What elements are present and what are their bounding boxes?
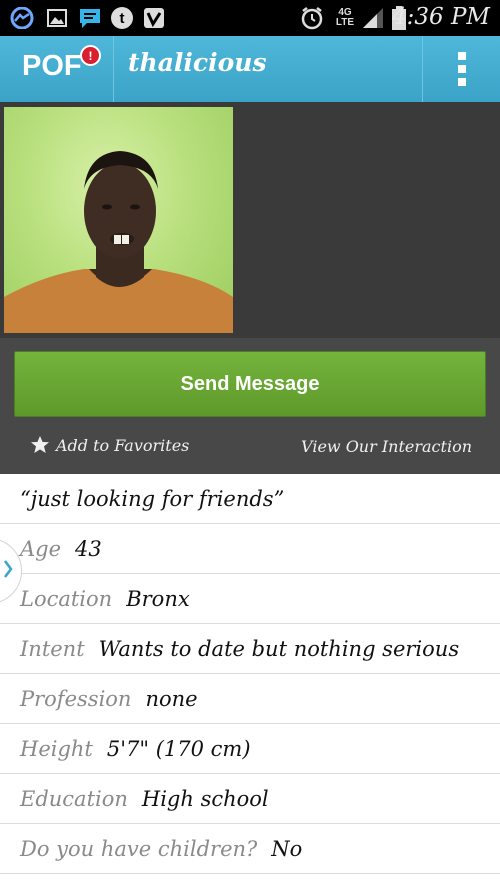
detail-label: Do you have children?: [20, 836, 258, 861]
messenger-icon: [8, 6, 36, 30]
detail-value: 5'7" (170 cm): [106, 736, 251, 761]
detail-row-height: Height 5'7" (170 cm): [0, 724, 500, 774]
tumblr-icon: t: [110, 6, 134, 30]
add-to-favorites-link[interactable]: Add to Favorites: [30, 435, 189, 455]
send-message-button[interactable]: Send Message: [14, 351, 486, 417]
app-header: POF ! thalicious: [0, 36, 500, 102]
profile-details: “just looking for friends” Age 43 Locati…: [0, 474, 500, 874]
detail-row-location: Location Bronx: [0, 574, 500, 624]
profile-username: thalicious: [128, 48, 267, 77]
action-panel: Send Message Add to Favorites View Our I…: [0, 338, 500, 474]
detail-row-age: Age 43: [0, 524, 500, 574]
header-divider: [113, 36, 114, 102]
profile-photo[interactable]: [4, 107, 233, 333]
detail-value: Bronx: [126, 586, 190, 611]
pof-logo: POF: [22, 50, 82, 82]
add-to-favorites-label: Add to Favorites: [56, 435, 190, 455]
overflow-menu-icon[interactable]: [452, 52, 472, 86]
chat-icon: [78, 6, 102, 30]
signal-icon: [360, 6, 386, 30]
alarm-icon: [300, 6, 324, 30]
detail-row-profession: Profession none: [0, 674, 500, 724]
chevron-right-icon: [3, 559, 13, 583]
status-bar: t 4G LTE 4:36 PM: [0, 0, 500, 36]
image-icon: [46, 6, 68, 30]
pof-logo-button[interactable]: POF !: [0, 36, 113, 102]
detail-label: Height: [20, 736, 93, 761]
detail-value: 43: [75, 536, 102, 561]
status-time: 4:36 PM: [392, 4, 490, 30]
detail-label: Age: [20, 536, 62, 561]
profile-headline: “just looking for friends”: [20, 486, 285, 511]
detail-value: Wants to date but nothing serious: [98, 636, 460, 661]
detail-label: Intent: [20, 636, 85, 661]
detail-label: Location: [20, 586, 113, 611]
svg-text:t: t: [120, 10, 125, 27]
lte-icon: 4G LTE: [335, 7, 355, 28]
detail-row-education: Education High school: [0, 774, 500, 824]
detail-label: Profession: [20, 686, 132, 711]
detail-value: No: [271, 836, 303, 861]
detail-value: High school: [141, 786, 269, 811]
view-interaction-link[interactable]: View Our Interaction: [301, 437, 472, 456]
detail-row-children: Do you have children? No: [0, 824, 500, 874]
detail-row-intent: Intent Wants to date but nothing serious: [0, 624, 500, 674]
star-icon: [30, 435, 50, 455]
header-divider: [422, 36, 423, 102]
detail-value: none: [145, 686, 198, 711]
photo-area: [0, 102, 500, 338]
profile-headline-row: “just looking for friends”: [0, 474, 500, 524]
detail-label: Education: [20, 786, 128, 811]
vine-icon: [142, 6, 166, 30]
notification-badge: !: [80, 45, 101, 66]
